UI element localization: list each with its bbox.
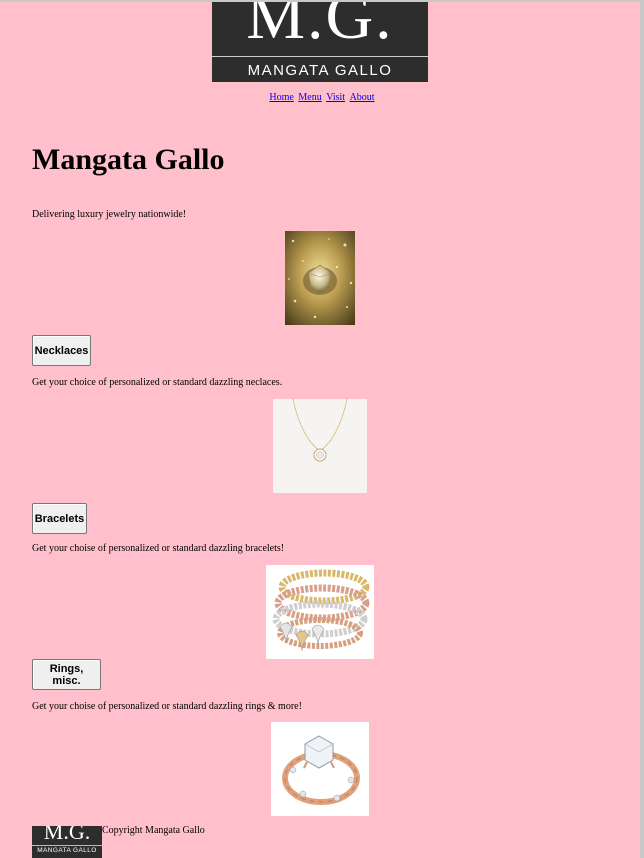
footer-logo-monogram: M.G. xyxy=(43,826,91,844)
rings-description: Get your choise of personalized or stand… xyxy=(32,701,302,712)
bracelets-button[interactable]: Bracelets xyxy=(32,503,87,534)
tagline: Delivering luxury jewelry nationwide! xyxy=(32,209,187,220)
rings-misc-button[interactable]: Rings, misc. xyxy=(32,659,101,690)
nav-link-home[interactable]: Home xyxy=(269,92,293,103)
necklaces-button[interactable]: Necklaces xyxy=(32,335,91,366)
footer-logo-wordmark: MANGATA GALLO xyxy=(37,847,97,854)
page-title: Mangata Gallo xyxy=(32,143,225,176)
necklace-image xyxy=(273,399,367,493)
ring-image xyxy=(271,722,369,816)
bracelets-description: Get your choise of personalized or stand… xyxy=(32,543,285,554)
logo-wordmark: MANGATA GALLO xyxy=(247,62,393,79)
hero-diamond-image xyxy=(285,231,355,325)
nav-link-visit[interactable]: Visit xyxy=(326,92,345,103)
site-logo: M.G. MANGATA GALLO xyxy=(212,2,428,82)
necklaces-description: Get your choice of personalized or stand… xyxy=(32,377,283,388)
main-nav: Home Menu Visit About xyxy=(0,92,644,103)
nav-link-menu[interactable]: Menu xyxy=(298,92,321,103)
copyright-text: Copyright Mangata Gallo xyxy=(102,825,205,836)
nav-link-about[interactable]: About xyxy=(350,92,375,103)
logo-divider xyxy=(212,56,428,57)
logo-monogram: M.G. xyxy=(246,2,394,53)
bracelet-image xyxy=(266,565,374,659)
footer-logo-divider xyxy=(32,845,102,846)
footer-logo: M.G. MANGATA GALLO xyxy=(32,826,102,858)
